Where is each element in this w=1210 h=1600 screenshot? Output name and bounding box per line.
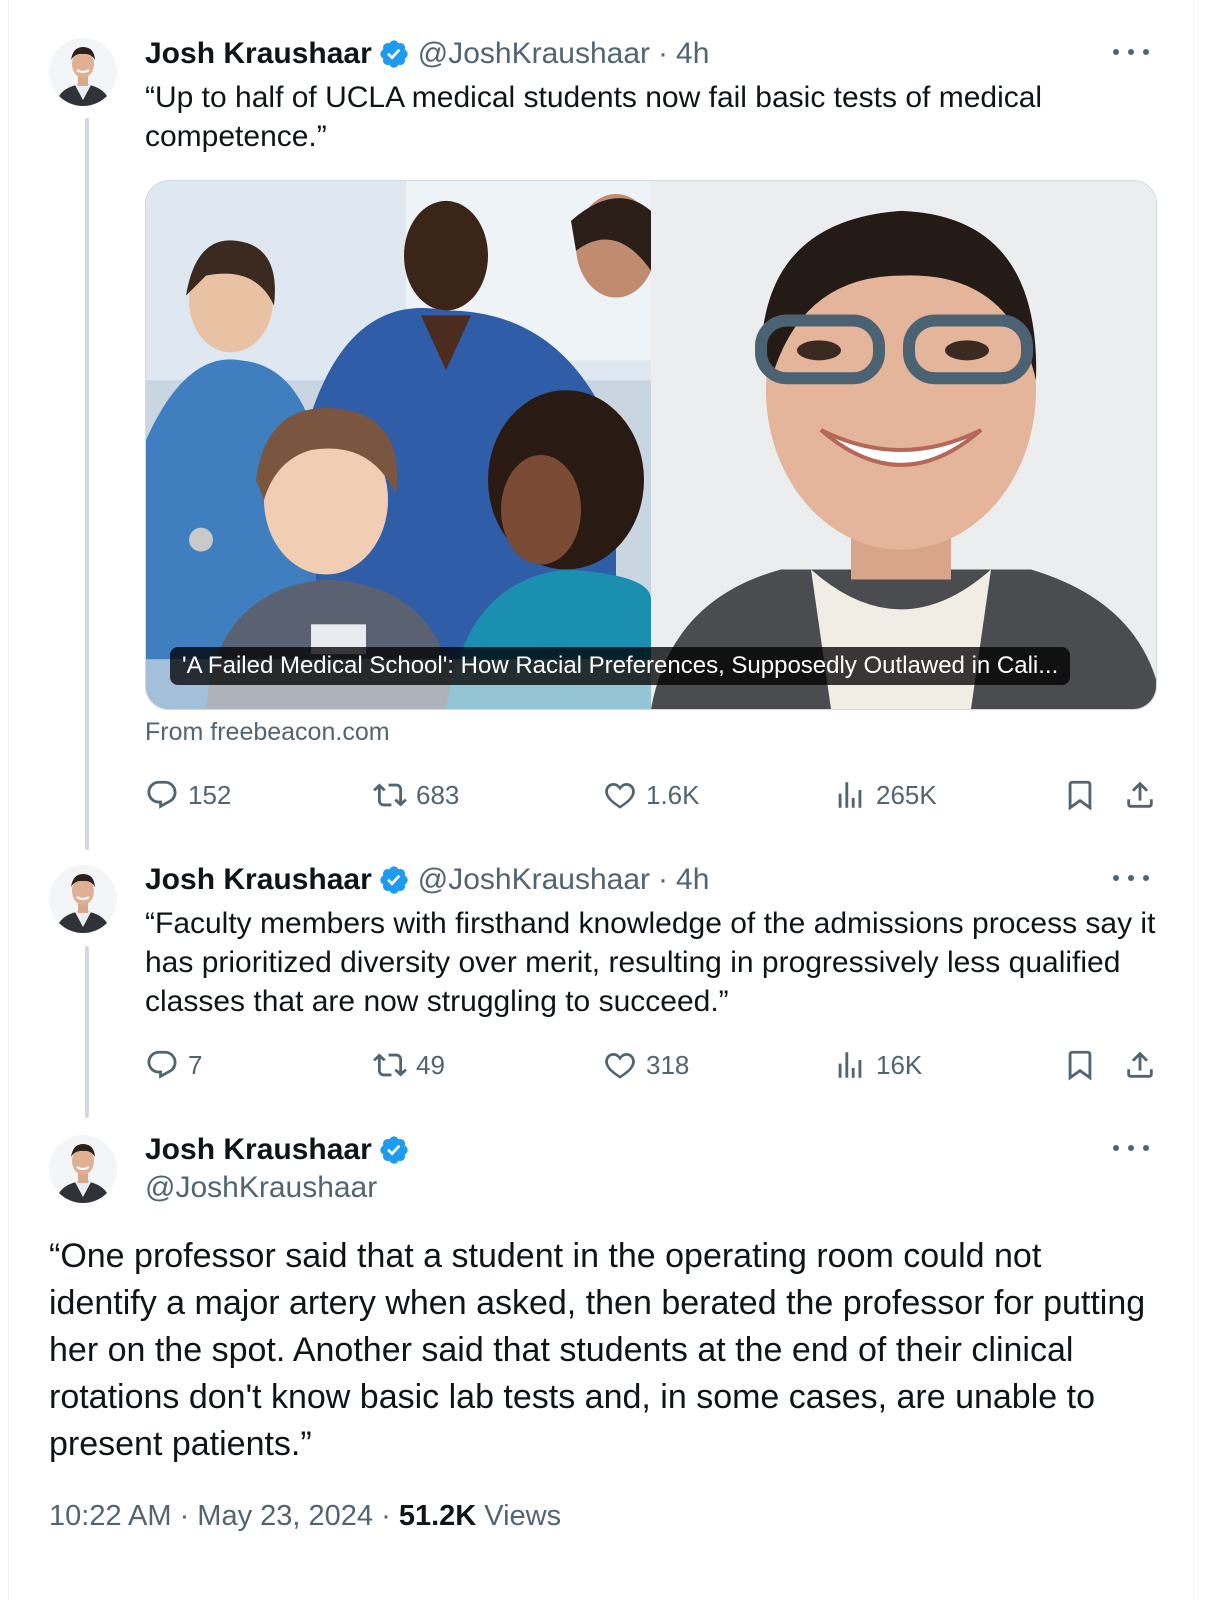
like-count: 1.6K — [646, 779, 700, 810]
main-tweet-header: Josh Kraushaar — [145, 1130, 418, 1170]
thread-connector-line — [85, 946, 89, 1118]
more-options-icon[interactable] — [1113, 868, 1149, 888]
avatar[interactable] — [49, 1135, 117, 1203]
link-card[interactable]: 'A Failed Medical School': How Racial Pr… — [145, 180, 1157, 710]
card-source[interactable]: From freebeacon.com — [145, 718, 390, 747]
tweet-thread-frame: Josh Kraushaar @JoshKraushaar · 4h “Up t… — [8, 0, 1194, 1600]
tweet-metadata: 10:22 AM · May 23, 2024 · 51.2K Views — [49, 1500, 561, 1533]
avatar[interactable] — [49, 38, 117, 106]
heart-icon — [605, 1052, 635, 1079]
card-photo-students — [146, 181, 651, 709]
tweet-time[interactable]: 4h — [676, 863, 709, 897]
repost-count: 49 — [416, 1049, 445, 1080]
author-handle[interactable]: @JoshKraushaar — [418, 37, 650, 71]
verified-badge-icon — [378, 38, 410, 70]
like-button[interactable]: 318 — [603, 1045, 689, 1085]
card-photo-portrait — [651, 181, 1156, 709]
verified-badge-icon — [378, 864, 410, 896]
views-button[interactable]: 16K — [833, 1045, 922, 1085]
main-tweet-text: “One professor said that a student in th… — [49, 1237, 1146, 1463]
reply-count: 152 — [188, 779, 232, 810]
tweet-text: “Faculty members with firsthand knowledg… — [145, 907, 1156, 1018]
reply-bubble-icon — [147, 1050, 177, 1079]
reply-button[interactable]: 7 — [145, 1045, 202, 1085]
tweet-time[interactable]: 4h — [676, 37, 709, 71]
views-label: Views — [476, 1500, 562, 1532]
tweet-header: Josh Kraushaar @JoshKraushaar · 4h — [145, 34, 709, 74]
like-button[interactable]: 1.6K — [603, 775, 700, 815]
bar-chart-icon — [838, 1052, 862, 1078]
separator-dot: · — [658, 863, 669, 896]
repost-count: 683 — [416, 779, 460, 810]
thread-connector-line — [85, 118, 89, 850]
bookmark-icon[interactable] — [1063, 1048, 1097, 1082]
reply-button[interactable]: 152 — [145, 775, 231, 815]
reply-count: 7 — [188, 1049, 203, 1080]
card-title[interactable]: 'A Failed Medical School': How Racial Pr… — [170, 647, 1071, 685]
verified-badge-icon — [378, 1134, 410, 1166]
more-options-icon[interactable] — [1113, 42, 1149, 62]
author-handle[interactable]: @JoshKraushaar — [145, 1171, 377, 1205]
timestamp[interactable]: 10:22 AM · May 23, 2024 · — [49, 1500, 399, 1532]
author-name[interactable]: Josh Kraushaar — [145, 1133, 372, 1167]
repost-button[interactable]: 49 — [373, 1045, 445, 1085]
separator-dot: · — [658, 37, 669, 70]
bar-chart-icon — [838, 782, 862, 808]
tweet-header: Josh Kraushaar @JoshKraushaar · 4h — [145, 860, 709, 900]
share-upload-icon[interactable] — [1123, 1048, 1157, 1082]
repost-arrows-icon — [373, 783, 407, 807]
view-count: 16K — [876, 1049, 923, 1080]
like-count: 318 — [646, 1049, 690, 1080]
views-count: 51.2K — [398, 1500, 477, 1532]
tweet-actions: 152 683 1.6K 265K — [145, 775, 1157, 815]
heart-icon — [605, 782, 635, 809]
tweet-text: “Up to half of UCLA medical students now… — [145, 81, 1043, 153]
bookmark-icon[interactable] — [1063, 778, 1097, 812]
avatar[interactable] — [49, 865, 117, 933]
author-name[interactable]: Josh Kraushaar — [145, 37, 372, 71]
reply-bubble-icon — [147, 780, 177, 809]
tweet-actions: 7 49 318 16K — [145, 1045, 1157, 1085]
view-count: 265K — [876, 779, 937, 810]
share-upload-icon[interactable] — [1123, 778, 1157, 812]
more-options-icon[interactable] — [1113, 1138, 1149, 1158]
repost-button[interactable]: 683 — [373, 775, 459, 815]
author-name[interactable]: Josh Kraushaar — [145, 863, 372, 897]
views-button[interactable]: 265K — [833, 775, 937, 815]
repost-arrows-icon — [373, 1053, 407, 1077]
author-handle[interactable]: @JoshKraushaar — [418, 863, 650, 897]
main-tweet-handle-row: @JoshKraushaar — [145, 1168, 377, 1208]
